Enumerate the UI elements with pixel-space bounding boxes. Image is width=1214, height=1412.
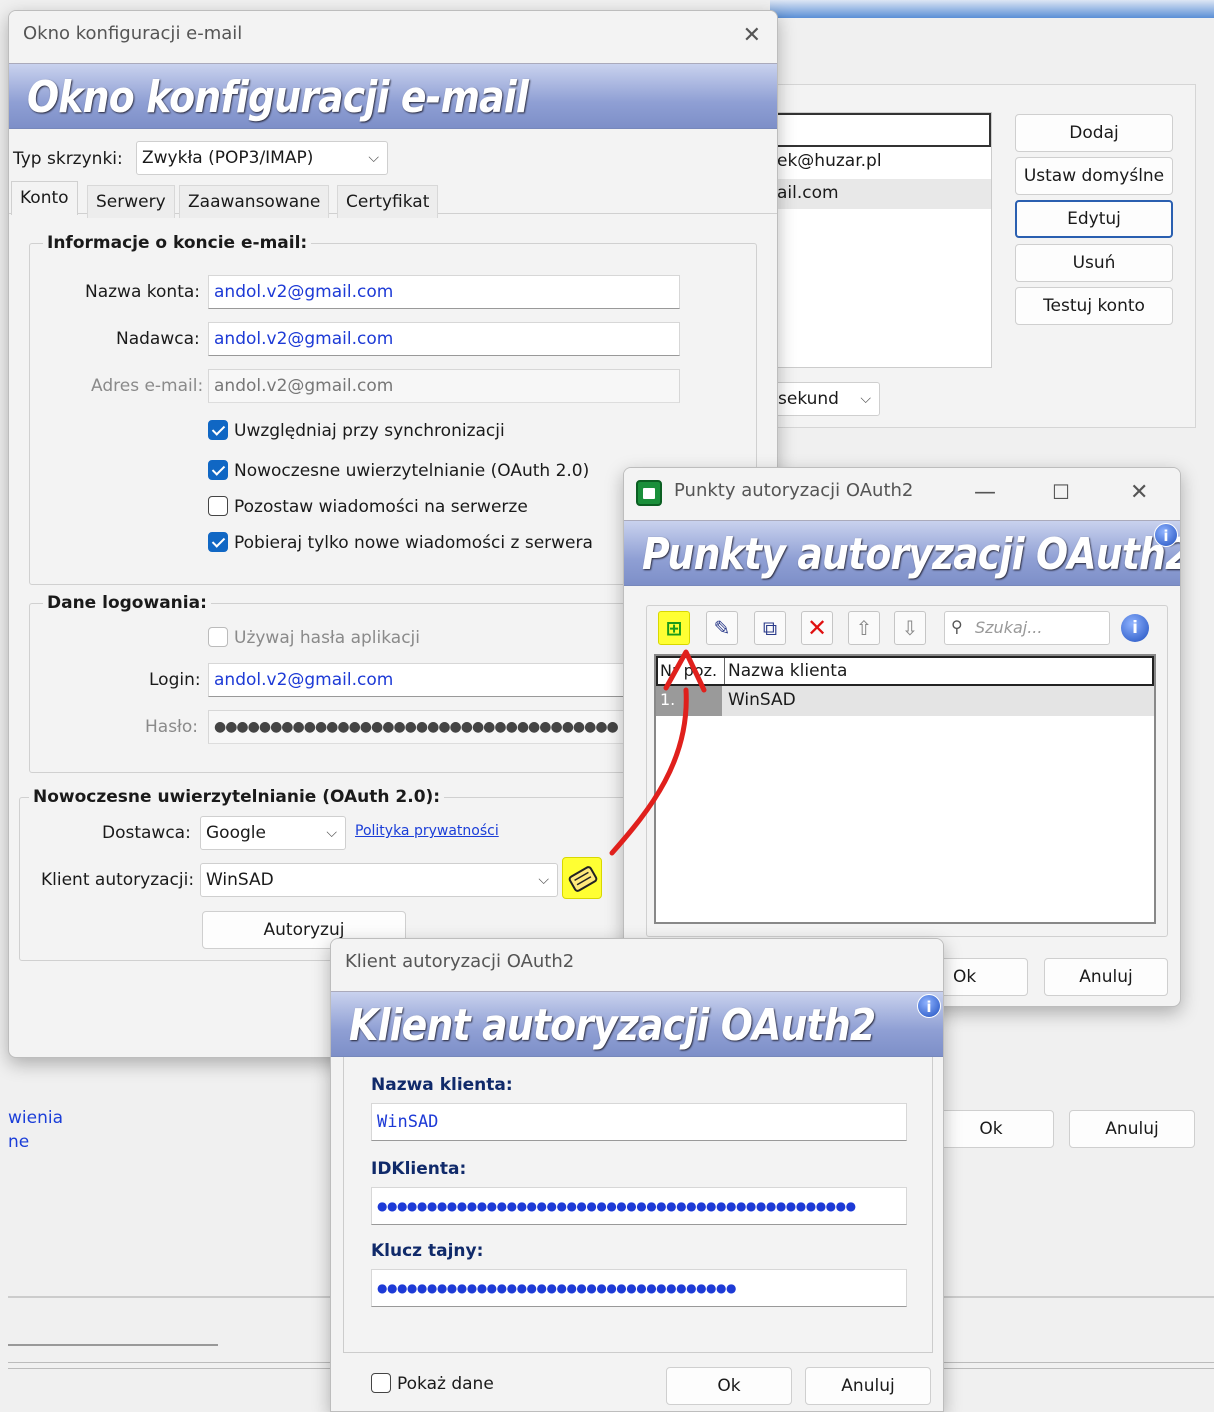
client-secret-field[interactable]: ●●●●●●●●●●●●●●●●●●●●●●●●●●●●●●●●●●●●: [371, 1269, 907, 1307]
oauth-client-titlebar: Klient autoryzacji OAuth2: [331, 939, 943, 989]
client-name-field[interactable]: WinSAD: [371, 1103, 907, 1141]
client-secret-label: Klucz tajny:: [371, 1241, 484, 1261]
oauth-client-dialog: Klient autoryzacji OAuth2 Klient autoryz…: [330, 938, 944, 1412]
client-id-label: IDKlienta:: [371, 1159, 467, 1179]
cancel-button[interactable]: Anuluj: [805, 1367, 931, 1405]
banner-title: Klient autoryzacji OAuth2: [349, 1000, 876, 1051]
info-icon[interactable]: i: [917, 994, 941, 1018]
oauth-client-banner: Klient autoryzacji OAuth2: [331, 991, 943, 1057]
client-id-field[interactable]: ●●●●●●●●●●●●●●●●●●●●●●●●●●●●●●●●●●●●●●●●…: [371, 1187, 907, 1225]
ok-button[interactable]: Ok: [666, 1367, 792, 1405]
window-title: Klient autoryzacji OAuth2: [345, 951, 575, 972]
client-name-label: Nazwa klienta:: [371, 1075, 513, 1095]
show-data-label: Pokaż dane: [397, 1374, 494, 1394]
show-data-checkbox[interactable]: [371, 1373, 391, 1393]
